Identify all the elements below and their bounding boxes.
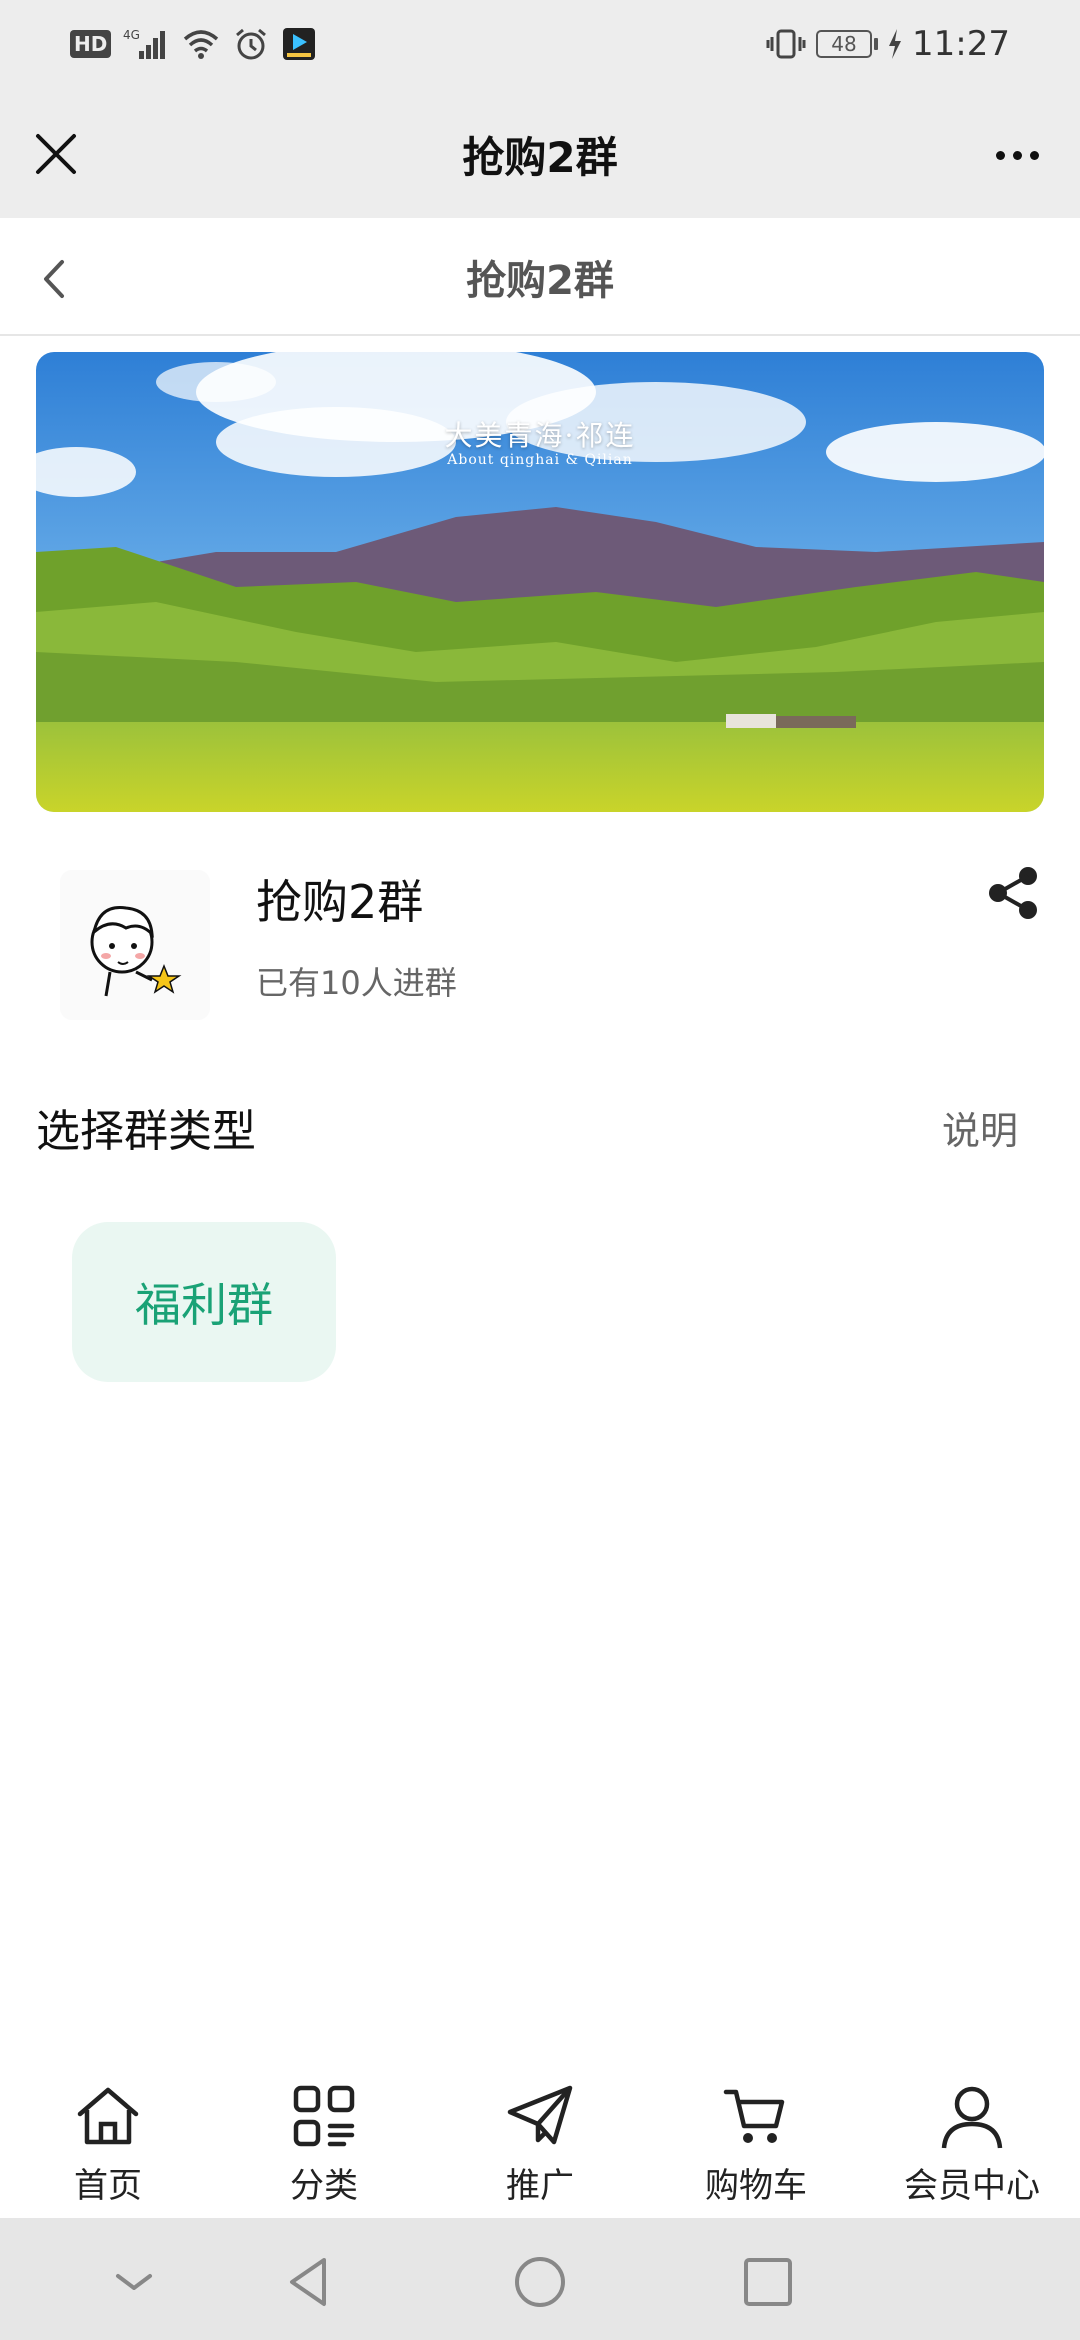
nav-back-icon[interactable] — [280, 2252, 340, 2312]
battery-level: 48 — [816, 30, 873, 58]
banner-image[interactable]: 大美青海·祁连 About qinghai & Qilian — [36, 352, 1044, 812]
tab-label-category: 分类 — [290, 2166, 358, 2206]
4g-signal-icon: 4G — [123, 28, 166, 59]
page-header: 抢购2群 — [0, 218, 1080, 336]
mini-program-topbar: 抢购2群 — [0, 90, 1080, 218]
tab-category[interactable]: 分类 — [216, 2056, 432, 2218]
member-count: 已有10人进群 — [256, 964, 457, 1002]
more-dot-icon — [1029, 150, 1039, 160]
chevron-down-icon[interactable] — [104, 2252, 164, 2312]
cartoon-avatar-icon — [60, 870, 210, 1020]
clock: 11:27 — [912, 24, 1010, 64]
vibrate-icon — [766, 29, 806, 59]
tab-member-center[interactable]: 会员中心 — [864, 2056, 1080, 2218]
more-dot-icon — [995, 150, 1005, 160]
share-icon[interactable] — [982, 862, 1044, 924]
status-bar: HD 4G 48 11:27 — [0, 0, 1080, 90]
group-name: 抢购2群 — [256, 875, 424, 929]
nav-recents-icon[interactable] — [738, 2252, 798, 2312]
tab-label-cart: 购物车 — [705, 2166, 807, 2206]
nav-home-icon[interactable] — [510, 2252, 570, 2312]
network-label: 4G — [123, 28, 140, 42]
tab-home[interactable]: 首页 — [0, 2056, 216, 2218]
system-navigation-bar — [0, 2218, 1080, 2340]
page-title: 抢购2群 — [466, 258, 614, 304]
group-type-chip-welfare[interactable]: 福利群 — [72, 1222, 336, 1382]
tab-promote[interactable]: 推广 — [432, 2056, 648, 2218]
section-title: 选择群类型 — [36, 1106, 256, 1157]
bottom-tab-bar: 首页 分类 推广 购物车 会员中心 — [0, 2056, 1080, 2218]
topbar-title: 抢购2群 — [462, 133, 618, 182]
status-left: HD 4G — [70, 26, 317, 62]
more-dot-icon — [1012, 150, 1022, 160]
tab-cart[interactable]: 购物车 — [648, 2056, 864, 2218]
user-icon — [941, 2086, 1003, 2149]
category-icon — [293, 2085, 355, 2147]
avatar — [60, 870, 210, 1020]
hd-icon: HD — [70, 30, 112, 58]
wifi-icon — [184, 30, 219, 59]
banner-caption: 大美青海·祁连 — [444, 419, 636, 452]
status-right: 48 11:27 — [766, 24, 1010, 64]
tab-label-promote: 推广 — [506, 2166, 574, 2206]
tab-label-member-center: 会员中心 — [904, 2166, 1040, 2206]
tab-label-home: 首页 — [74, 2166, 142, 2206]
more-menu-button[interactable] — [982, 130, 1052, 180]
alarm-icon — [236, 28, 267, 60]
group-info: 抢购2群 已有10人进群 — [0, 850, 1080, 1030]
battery-icon: 48 — [816, 30, 879, 58]
charging-icon — [889, 29, 902, 59]
app-notification-icon — [283, 28, 316, 60]
home-icon — [77, 2087, 139, 2145]
cart-icon — [723, 2089, 785, 2143]
paper-plane-icon — [507, 2085, 573, 2145]
banner-subcaption: About qinghai & Qilian — [447, 452, 633, 468]
info-link[interactable]: 说明 — [942, 1100, 1018, 1155]
